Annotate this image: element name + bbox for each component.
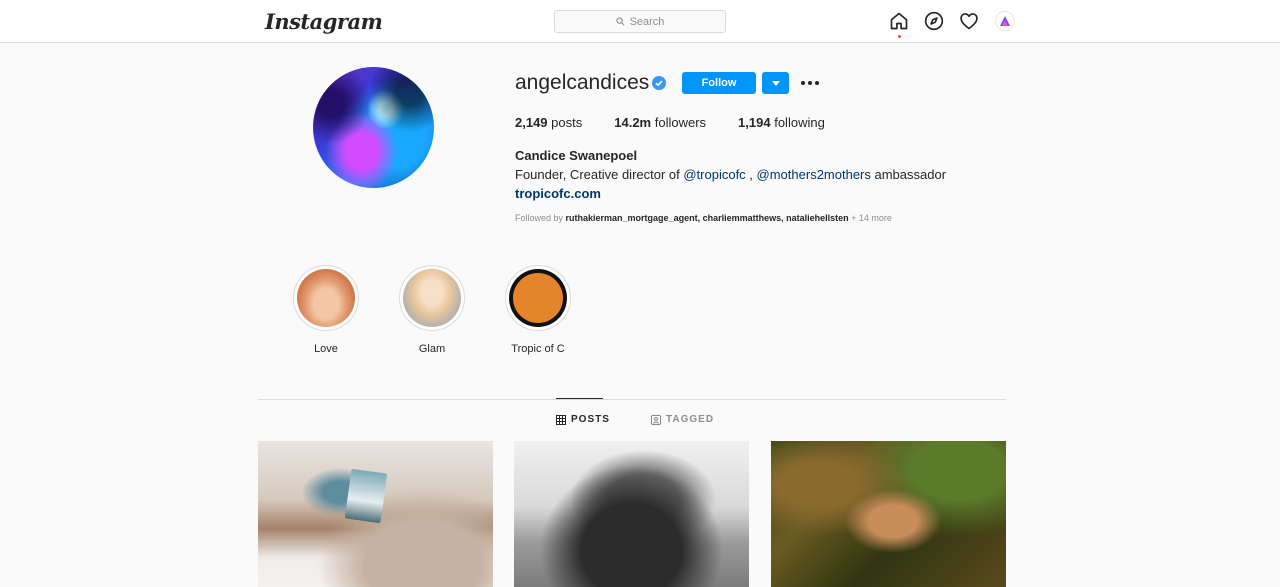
instagram-logo[interactable]: Instagram <box>265 9 383 34</box>
tab-tagged[interactable]: TAGGED <box>651 414 714 425</box>
following-link[interactable]: 1,194 following <box>738 115 825 130</box>
active-tab-indicator <box>556 398 603 399</box>
notification-dot <box>898 35 901 38</box>
posts-count: 2,149 posts <box>515 115 583 130</box>
suggested-dropdown-button[interactable] <box>762 72 789 94</box>
grid-icon <box>556 414 566 425</box>
profile-avatar[interactable] <box>995 11 1015 31</box>
highlight-love[interactable]: Love <box>291 265 361 355</box>
highlight-label: Love <box>314 343 338 355</box>
avatar-logo-icon <box>1000 16 1010 26</box>
top-navigation: Instagram Search <box>0 0 1280 43</box>
follow-button[interactable]: Follow <box>682 72 756 94</box>
highlight-cover <box>297 269 355 327</box>
heart-icon[interactable] <box>959 11 979 31</box>
more-options-button[interactable] <box>800 74 820 92</box>
profile-website-link[interactable]: tropicofc.com <box>515 186 601 201</box>
search-input[interactable]: Search <box>554 10 726 33</box>
followers-link[interactable]: 14.2m followers <box>614 115 706 130</box>
profile-username: angelcandices <box>515 71 650 94</box>
profile-picture[interactable] <box>313 67 434 188</box>
search-placeholder: Search <box>629 15 665 28</box>
post-thumbnail[interactable] <box>514 441 749 587</box>
profile-bio: Founder, Creative director of @tropicofc… <box>515 167 947 182</box>
chevron-down-icon <box>771 80 780 86</box>
profile-full-name: Candice Swanepoel <box>515 148 638 163</box>
tabs-divider <box>258 399 1006 400</box>
profile-stats: 2,149 posts 14.2m followers 1,194 follow… <box>515 115 857 130</box>
followed-by[interactable]: Followed by ruthakierman_mortgage_agent,… <box>515 213 892 223</box>
highlight-cover <box>403 269 461 327</box>
highlight-cover <box>509 269 567 327</box>
explore-icon[interactable] <box>924 11 944 31</box>
search-icon <box>615 17 625 26</box>
post-thumbnail[interactable] <box>771 441 1006 587</box>
highlight-label: Tropic of C <box>511 343 565 355</box>
tagged-person-icon <box>651 414 661 425</box>
home-icon[interactable] <box>889 11 909 31</box>
mention-tropicofc[interactable]: @tropicofc <box>683 167 745 182</box>
mention-mothers2mothers[interactable]: @mothers2mothers <box>757 167 871 182</box>
post-thumbnail[interactable] <box>258 441 493 587</box>
highlight-glam[interactable]: Glam <box>397 265 467 355</box>
tab-posts[interactable]: POSTS <box>556 414 610 425</box>
verified-badge-icon <box>652 76 666 90</box>
highlight-tropic-of-c[interactable]: Tropic of C <box>503 265 573 355</box>
highlight-label: Glam <box>418 343 446 355</box>
